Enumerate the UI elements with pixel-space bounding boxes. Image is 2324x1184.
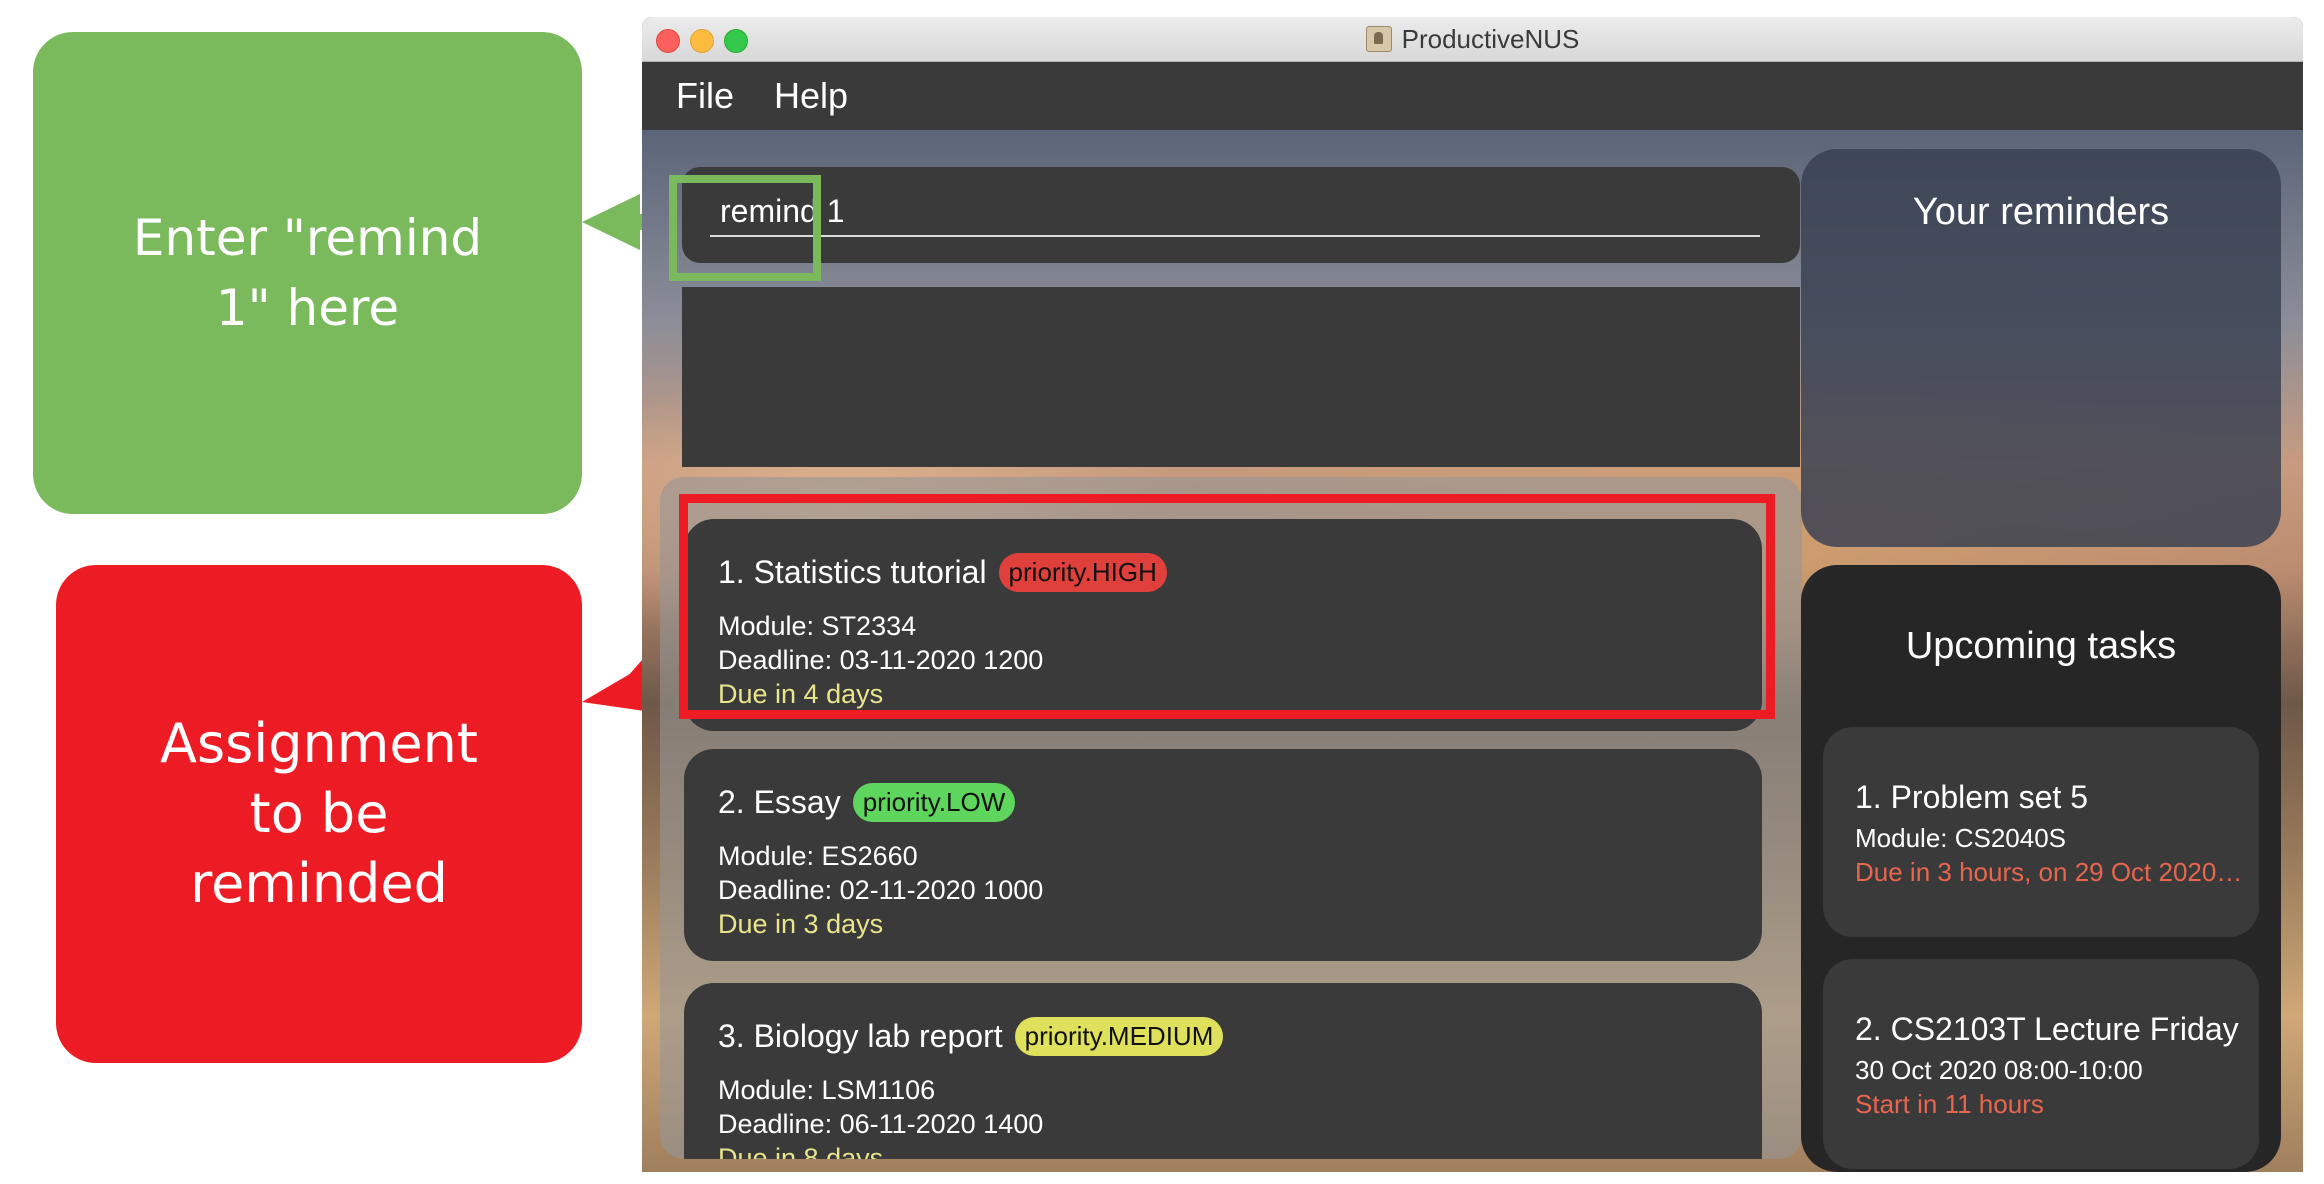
task-module: Module: LSM1106 (718, 1075, 936, 1105)
enter-command-callout-text: Enter "remind 1" here (132, 209, 483, 337)
task-deadline: Deadline: 06-11-2020 1400 (718, 1109, 1044, 1139)
upcoming-task-status: Due in 3 hours, on 29 Oct 2020 2... (1855, 857, 2245, 887)
upcoming-task-card-2[interactable]: 2. CS2103T Lecture Friday 30 Oct 2020 08… (1823, 959, 2259, 1169)
task-title: 1. Statistics tutorial (718, 554, 987, 590)
task-title-row: 3. Biology lab report priority.MEDIUM (718, 1017, 1224, 1056)
upcoming-task-title: 1. Problem set 5 (1855, 779, 2088, 815)
task-title-row: 1. Statistics tutorial priority.HIGH (718, 553, 1167, 592)
window-title-group: ProductiveNUS (642, 17, 2303, 61)
reminders-title: Your reminders (1912, 191, 2170, 233)
app-window: ProductiveNUS File Help 1. Statistics tu… (642, 17, 2303, 1172)
priority-badge: priority.HIGH (998, 553, 1167, 592)
menu-help[interactable]: Help (774, 75, 848, 117)
assignment-callout: Assignment to be reminded (56, 565, 582, 1063)
command-input[interactable] (710, 187, 1760, 237)
reminders-panel: Your reminders (1801, 149, 2281, 547)
task-title: 2. Essay (718, 784, 841, 820)
task-due: Due in 3 days (718, 909, 884, 939)
task-module: Module: ES2660 (718, 841, 918, 871)
command-box (682, 167, 1800, 263)
upcoming-task-title: 2. CS2103T Lecture Friday (1855, 1011, 2239, 1047)
upcoming-task-card-1[interactable]: 1. Problem set 5 Module: CS2040S Due in … (1823, 727, 2259, 937)
upcoming-task-detail: 30 Oct 2020 08:00-10:00 (1855, 1055, 2143, 1085)
upcoming-tasks-panel: Upcoming tasks 1. Problem set 5 Module: … (1801, 565, 2281, 1172)
task-card-1[interactable]: 1. Statistics tutorial priority.HIGH Mod… (684, 519, 1762, 731)
task-due: Due in 8 days (718, 1143, 884, 1159)
result-display (682, 287, 1800, 467)
task-deadline: Deadline: 03-11-2020 1200 (718, 645, 1044, 675)
title-bar: ProductiveNUS (642, 17, 2303, 62)
menu-file[interactable]: File (676, 75, 734, 117)
task-module: Module: ST2334 (718, 611, 917, 641)
assignment-callout-text: Assignment to be reminded (160, 712, 478, 915)
upcoming-task-detail: Module: CS2040S (1855, 823, 2067, 853)
window-title: ProductiveNUS (1401, 23, 1580, 54)
priority-badge: priority.MEDIUM (1014, 1017, 1224, 1056)
task-list-panel[interactable]: 1. Statistics tutorial priority.HIGH Mod… (660, 477, 1802, 1159)
task-due: Due in 4 days (718, 679, 884, 709)
task-card-3[interactable]: 3. Biology lab report priority.MEDIUM Mo… (684, 983, 1762, 1159)
priority-badge: priority.LOW (852, 783, 1016, 822)
task-card-2[interactable]: 2. Essay priority.LOW Module: ES2660 Dea… (684, 749, 1762, 961)
task-title: 3. Biology lab report (718, 1018, 1003, 1054)
app-icon (1365, 26, 1392, 52)
upcoming-task-status: Start in 11 hours (1855, 1089, 2044, 1119)
task-deadline: Deadline: 02-11-2020 1000 (718, 875, 1044, 905)
menu-bar: File Help (642, 62, 2303, 130)
task-title-row: 2. Essay priority.LOW (718, 783, 1016, 822)
enter-command-callout: Enter "remind 1" here (33, 32, 582, 514)
upcoming-tasks-title: Upcoming tasks (1905, 625, 2177, 667)
